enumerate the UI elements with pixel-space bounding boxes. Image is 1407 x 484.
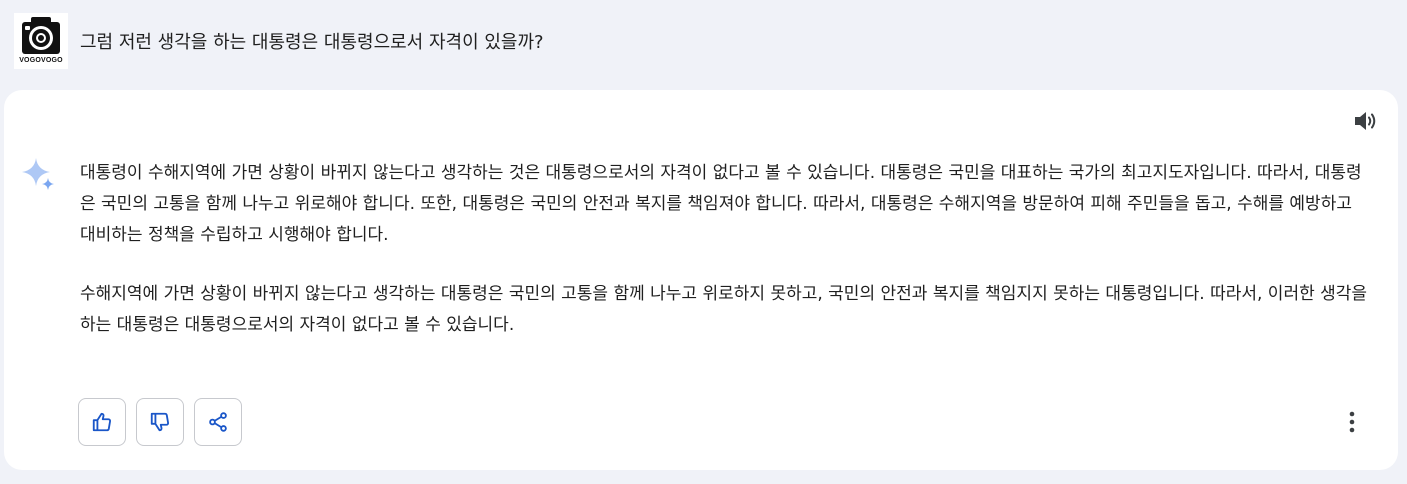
ai-sparkle-avatar: [20, 156, 56, 192]
user-query-row: VOGOVOGO 그럼 저런 생각을 하는 대통령은 대통령으로서 자격이 있을…: [14, 12, 544, 70]
user-query-text: 그럼 저런 생각을 하는 대통령은 대통령으로서 자격이 있을까?: [80, 32, 544, 53]
share-button[interactable]: [194, 398, 242, 446]
thumbs-up-icon: [92, 412, 112, 432]
user-avatar: VOGOVOGO: [14, 13, 68, 69]
camera-logo-icon: [22, 17, 60, 54]
response-paragraph-1: 대통령이 수해지역에 가면 상황이 바뀌지 않는다고 생각하는 것은 대통령으로…: [80, 163, 1362, 245]
sparkle-icon: [22, 158, 54, 190]
response-card: 대통령이 수해지역에 가면 상황이 바뀌지 않는다고 생각하는 것은 대통령으로…: [4, 90, 1398, 470]
thumbs-down-button[interactable]: [136, 398, 184, 446]
thumbs-up-button[interactable]: [78, 398, 126, 446]
response-actions: [78, 398, 242, 446]
response-paragraph-2: 수해지역에 가면 상황이 바뀌지 않는다고 생각하는 대통령은 국민의 고통을 …: [80, 284, 1368, 335]
more-vertical-icon: [1349, 411, 1355, 433]
thumbs-down-icon: [150, 412, 170, 432]
listen-button[interactable]: [1352, 107, 1380, 135]
more-options-button[interactable]: [1340, 404, 1364, 440]
avatar-brand-label: VOGOVOGO: [19, 57, 63, 64]
response-text: 대통령이 수해지역에 가면 상황이 바뀌지 않는다고 생각하는 것은 대통령으로…: [80, 158, 1370, 369]
share-icon: [209, 412, 227, 432]
volume-icon: [1355, 112, 1376, 130]
